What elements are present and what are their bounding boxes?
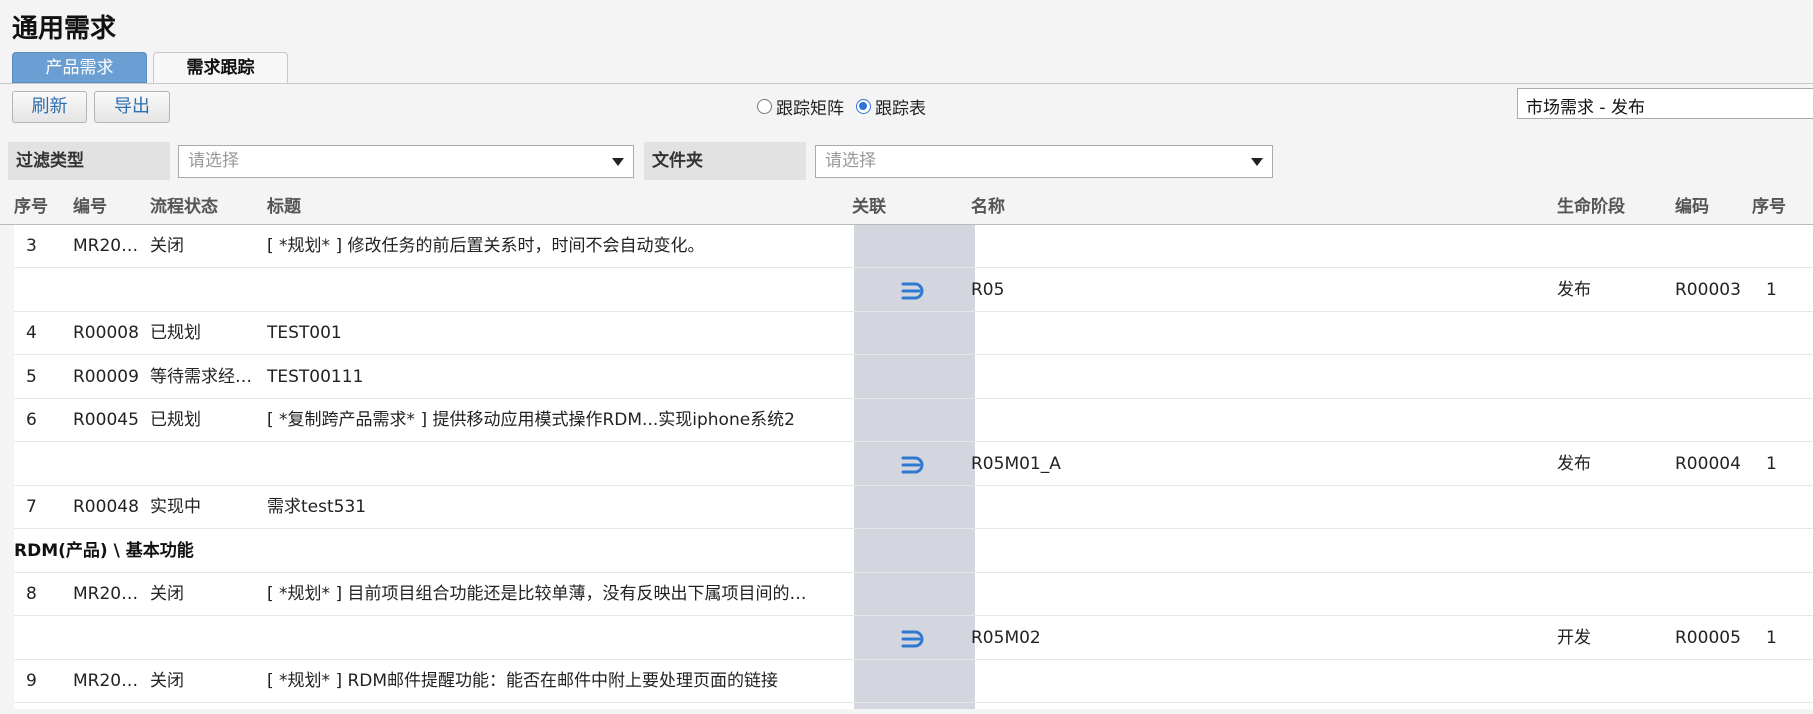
table-row[interactable]: 8 MR20… 关闭 [ *规划* ] 目前项目组合功能还是比较单薄，没有反映出下属项… (14, 573, 1813, 616)
cell-status: 关闭 (150, 584, 184, 604)
cell-code: R00048 (73, 497, 139, 517)
phase-select[interactable]: 市场需求 - 发布 (1517, 88, 1813, 119)
tab-requirement-tracking[interactable]: 需求跟踪 (153, 52, 288, 84)
cell-status: 关闭 (150, 236, 184, 256)
header-lifecycle[interactable]: 生命阶段 (1557, 190, 1625, 224)
cell-status: 已规划 (150, 323, 201, 343)
table-row[interactable]: 9 MR20… 关闭 [ *规划* ] RDM邮件提醒功能：能否在邮件中附上要处理页面… (14, 660, 1813, 703)
header-title[interactable]: 标题 (267, 190, 301, 224)
folder-placeholder: 请选择 (825, 151, 876, 171)
cell-seq: 3 (26, 236, 37, 256)
cell-lifecycle: 发布 (1557, 454, 1591, 474)
cell-seq: 7 (26, 497, 37, 517)
cell-code: MR20… (73, 671, 139, 691)
cell-title: [ *规划* ] 修改任务的前后置关系时，时间不会自动变化。 (267, 236, 705, 256)
cell-seq: 6 (26, 410, 37, 430)
folder-label: 文件夹 (644, 142, 806, 180)
cell-seq: 4 (26, 323, 37, 343)
cell-status: 实现中 (150, 497, 201, 517)
table-header: 序号 编号 流程状态 标题 关联 名称 生命阶段 编码 序号 (0, 190, 1813, 225)
refresh-button[interactable]: 刷新 (12, 91, 87, 123)
radio-tracking-matrix-label[interactable]: 跟踪矩阵 (776, 94, 844, 119)
cell-code: R00009 (73, 367, 139, 387)
group-label: RDM(产品) \ 基本功能 (14, 541, 194, 561)
cell-seq2: 1 (1766, 280, 1777, 300)
header-seq-2[interactable]: 序号 (1752, 190, 1786, 224)
cell-seq: 8 (26, 584, 37, 604)
header-code[interactable]: 编号 (73, 190, 107, 224)
cell-name: R05M01_A (971, 454, 1061, 474)
cell-code: R00045 (73, 410, 139, 430)
cell-code: R00008 (73, 323, 139, 343)
view-mode-radio-group: 跟踪矩阵 跟踪表 (757, 92, 938, 120)
cell-code: MR20… (73, 236, 139, 256)
cell-status: 关闭 (150, 671, 184, 691)
filter-type-label: 过滤类型 (8, 142, 170, 180)
filter-type-select[interactable]: 请选择 (178, 145, 634, 178)
header-encoding[interactable]: 编码 (1675, 190, 1709, 224)
cell-seq: 5 (26, 367, 37, 387)
cell-lifecycle: 发布 (1557, 280, 1591, 300)
cell-title: [ *规划* ] 目前项目组合功能还是比较单薄，没有反映出下属项目间的… (267, 584, 807, 604)
table-row[interactable]: 7 R00048 实现中 需求test531 (14, 486, 1813, 529)
table-row[interactable]: 3 MR20… 关闭 [ *规划* ] 修改任务的前后置关系时，时间不会自动变化。 (14, 225, 1813, 268)
header-status[interactable]: 流程状态 (150, 190, 218, 224)
cell-encoding: R00003 (1675, 280, 1741, 300)
cell-encoding: R00004 (1675, 454, 1741, 474)
tab-product-requirements[interactable]: 产品需求 (12, 52, 147, 83)
table-row[interactable]: 6 R00045 已规划 [ *复制跨产品需求* ] 提供移动应用模式操作RDM...… (14, 399, 1813, 442)
filter-type-placeholder: 请选择 (188, 151, 239, 171)
cell-seq2: 1 (1766, 628, 1777, 648)
cell-status: 等待需求经… (150, 367, 252, 387)
caret-down-icon (1251, 158, 1263, 166)
cell-seq: 9 (26, 671, 37, 691)
header-name[interactable]: 名称 (971, 190, 1005, 224)
cell-name: R05M02 (971, 628, 1041, 648)
caret-down-icon (612, 158, 624, 166)
folder-select[interactable]: 请选择 (815, 145, 1273, 178)
group-row[interactable]: RDM(产品) \ 基本功能 (14, 530, 1813, 573)
cell-title: 需求test531 (267, 497, 367, 517)
radio-tracking-table[interactable] (856, 98, 871, 114)
cell-lifecycle: 开发 (1557, 628, 1591, 648)
header-link[interactable]: 关联 (852, 190, 886, 224)
cell-code: MR20… (73, 584, 139, 604)
tab-divider (0, 83, 1813, 84)
cell-status: 已规划 (150, 410, 201, 430)
radio-tracking-table-label[interactable]: 跟踪表 (875, 94, 926, 119)
page-title: 通用需求 (12, 14, 117, 44)
trace-table-body: 3 MR20… 关闭 [ *规划* ] 修改任务的前后置关系时，时间不会自动变化。 R0… (14, 225, 1813, 709)
cell-title: [ *复制跨产品需求* ] 提供移动应用模式操作RDM...实现iphone系统… (267, 410, 795, 430)
cell-title: TEST00111 (267, 367, 364, 387)
table-row[interactable]: 5 R00009 等待需求经… TEST00111 (14, 356, 1813, 399)
cell-title: [ *规划* ] RDM邮件提醒功能：能否在邮件中附上要处理页面的链接 (267, 671, 779, 691)
cell-name: R05 (971, 280, 1005, 300)
trace-link-icon[interactable] (900, 629, 926, 649)
radio-tracking-matrix[interactable] (757, 98, 772, 114)
table-row[interactable]: 4 R00008 已规划 TEST001 (14, 312, 1813, 355)
cell-encoding: R00005 (1675, 628, 1741, 648)
export-button[interactable]: 导出 (94, 91, 170, 123)
trace-link-icon[interactable] (900, 455, 926, 475)
header-seq[interactable]: 序号 (14, 190, 48, 224)
trace-link-icon[interactable] (900, 281, 926, 301)
cell-seq2: 1 (1766, 454, 1777, 474)
cell-title: TEST001 (267, 323, 342, 343)
